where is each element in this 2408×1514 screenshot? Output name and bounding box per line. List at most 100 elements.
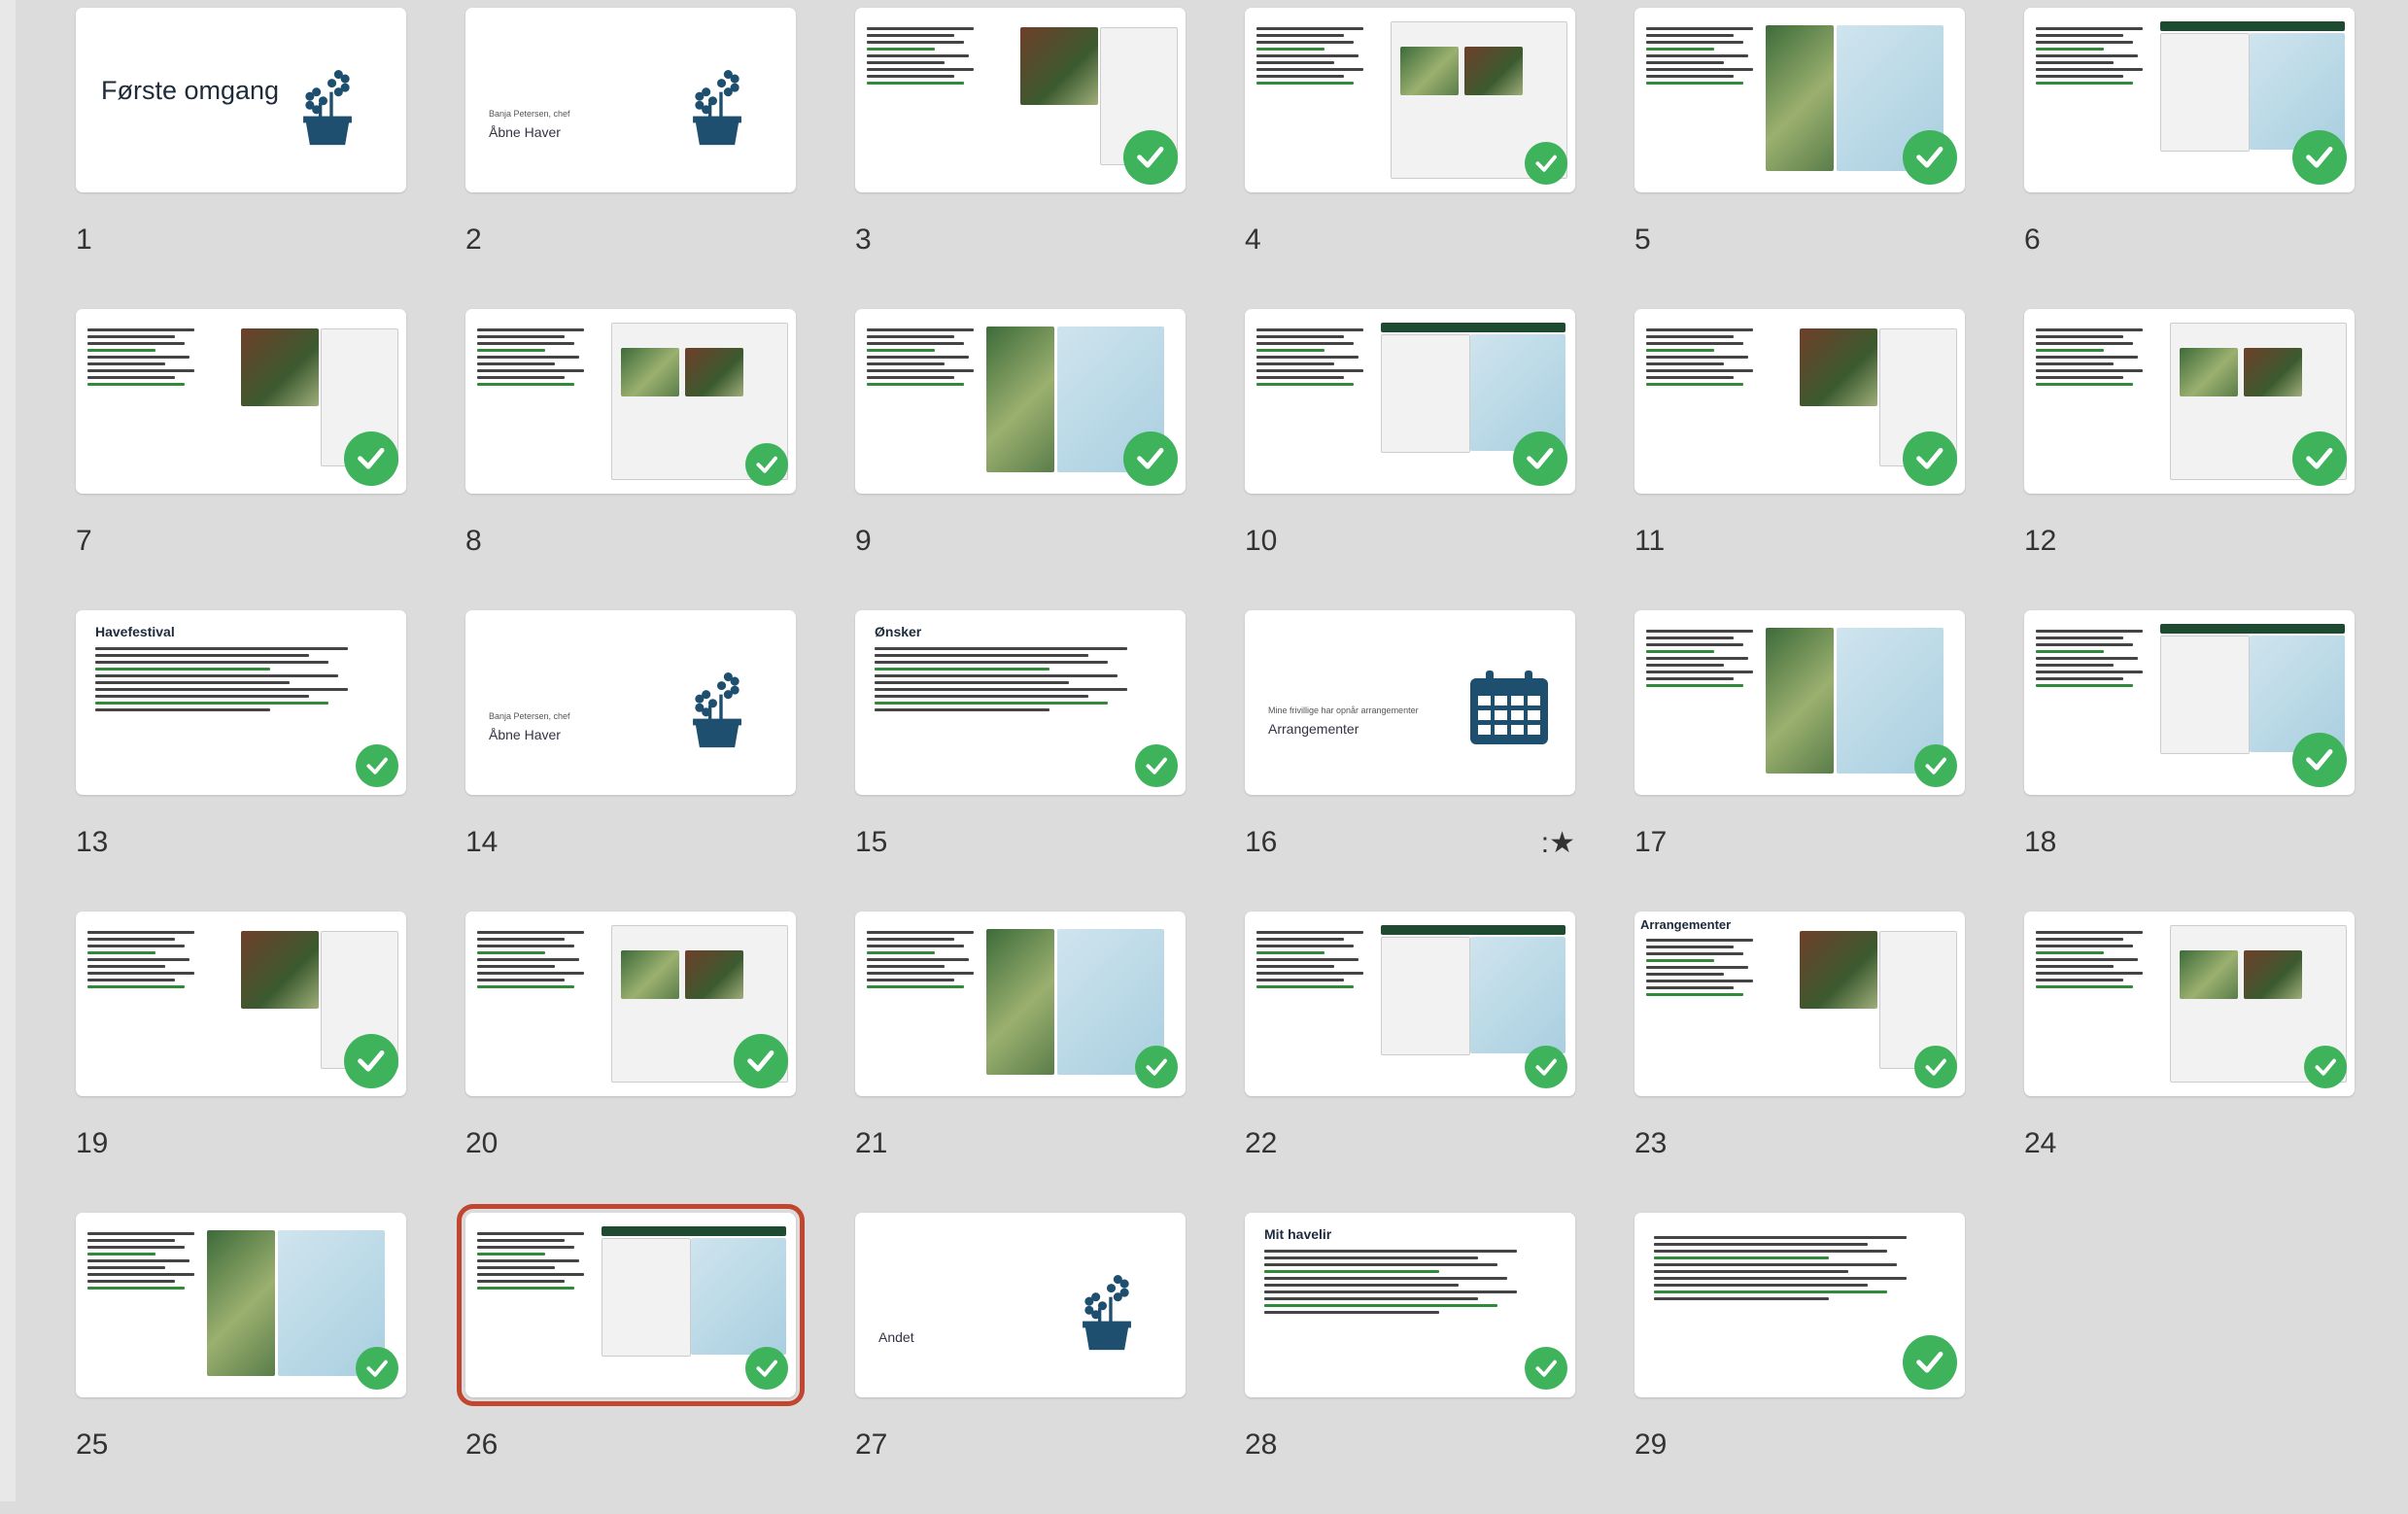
text-line	[1256, 328, 1363, 331]
text-line	[1646, 939, 1753, 942]
text-line	[477, 945, 574, 947]
text-line	[477, 1232, 584, 1235]
slide-thumbnail[interactable]: Første omgang	[76, 8, 406, 192]
slide-number: 5	[1634, 224, 1651, 256]
text-line	[87, 1280, 175, 1283]
text-line	[1646, 643, 1743, 646]
text-line	[1654, 1243, 1868, 1246]
slide-thumbnail[interactable]	[2024, 610, 2355, 795]
text-line	[477, 342, 574, 345]
slide-thumbnail[interactable]	[76, 912, 406, 1096]
text-line	[2036, 68, 2143, 71]
text-line	[867, 938, 954, 941]
slide-thumbnail[interactable]: Banja Petersen, chef Åbne Haver	[465, 8, 796, 192]
text-line	[477, 1259, 579, 1262]
header-bar	[2160, 624, 2345, 634]
text-line	[1256, 61, 1334, 64]
slide-thumbnail[interactable]: Mit havelir	[1245, 1213, 1575, 1397]
slide-thumbnail[interactable]	[855, 309, 1186, 494]
text-line	[2036, 75, 2123, 78]
text-line	[867, 328, 974, 331]
text-line	[1256, 369, 1363, 372]
text-line	[867, 972, 974, 975]
slide-thumbnail[interactable]	[76, 309, 406, 494]
text-line	[1256, 54, 1359, 57]
slide-thumbnail[interactable]	[2024, 309, 2355, 494]
text-line	[875, 708, 1049, 711]
text-line	[87, 945, 185, 947]
text-lines	[1256, 931, 1363, 988]
text-lines	[875, 647, 1127, 711]
slide-number: 20	[465, 1127, 499, 1159]
check-circle-icon	[745, 1347, 788, 1390]
text-line	[2036, 684, 2133, 687]
slide-title: Ønsker	[875, 624, 922, 639]
slide-number: 15	[855, 826, 888, 858]
slide-thumbnail[interactable]: Arrangementer	[1634, 912, 1965, 1096]
text-lines	[477, 931, 584, 988]
slide-thumbnail[interactable]	[1245, 912, 1575, 1096]
text-line	[867, 985, 964, 988]
slide-thumbnail[interactable]	[1634, 309, 1965, 494]
slide-thumbnail[interactable]: Mine frivillige har opnår arrangementer A…	[1245, 610, 1575, 795]
text-line	[87, 1253, 155, 1256]
text-line	[867, 54, 969, 57]
slide-thumbnail[interactable]	[465, 912, 796, 1096]
text-line	[477, 951, 545, 954]
slide-thumbnail[interactable]	[1634, 1213, 1965, 1397]
photo-thumbnail	[2244, 950, 2302, 999]
slide-thumbnail[interactable]	[1245, 8, 1575, 192]
text-line	[1256, 335, 1344, 338]
slide-thumbnail[interactable]	[465, 309, 796, 494]
text-line	[1646, 369, 1753, 372]
text-line	[1646, 328, 1753, 331]
text-line	[867, 68, 974, 71]
text-line	[87, 951, 155, 954]
text-line	[87, 965, 165, 968]
text-line	[95, 681, 290, 684]
slide-cell: 29	[1634, 1213, 1965, 1514]
text-lines	[95, 647, 348, 711]
text-line	[867, 75, 954, 78]
text-line	[477, 965, 555, 968]
text-lines	[1646, 328, 1753, 386]
check-circle-icon	[2292, 431, 2347, 486]
text-line	[95, 668, 270, 671]
text-line	[87, 1246, 185, 1249]
check-circle-icon	[2292, 130, 2347, 185]
slide-thumbnail[interactable]: Ønsker	[855, 610, 1186, 795]
text-line	[2036, 931, 2143, 934]
slide-thumbnail[interactable]	[855, 912, 1186, 1096]
text-line	[87, 383, 185, 386]
slide-cell: 6	[2024, 8, 2355, 309]
text-line	[87, 369, 194, 372]
text-line	[2036, 637, 2123, 639]
slide-thumbnail[interactable]	[76, 1213, 406, 1397]
text-line	[2036, 34, 2123, 37]
text-line	[87, 985, 185, 988]
slide-thumbnail[interactable]: Banja Petersen, chef Åbne Haver	[465, 610, 796, 795]
text-lines	[477, 328, 584, 386]
slide-number: 29	[1634, 1428, 1668, 1461]
slide-thumbnail[interactable]	[1634, 610, 1965, 795]
slide-thumbnail[interactable]: Andet	[855, 1213, 1186, 1397]
slide-thumbnail[interactable]	[2024, 912, 2355, 1096]
text-line	[875, 695, 1088, 698]
slide-thumbnail[interactable]	[2024, 8, 2355, 192]
slide-thumbnail[interactable]	[1245, 309, 1575, 494]
text-line	[1256, 82, 1354, 85]
slide-thumbnail[interactable]	[457, 1204, 805, 1406]
flower-pot-icon	[684, 659, 750, 757]
slide-subtitle: Åbne Haver	[489, 727, 561, 742]
check-circle-icon	[356, 1347, 398, 1390]
check-circle-icon	[1903, 130, 1957, 185]
slide-thumbnail[interactable]	[855, 8, 1186, 192]
text-line	[1264, 1311, 1439, 1314]
slide-thumbnail[interactable]	[1634, 8, 1965, 192]
text-line	[477, 931, 584, 934]
slide-thumbnail[interactable]: Havefestival	[76, 610, 406, 795]
check-circle-icon	[1525, 142, 1567, 185]
text-line	[1256, 383, 1354, 386]
text-line	[867, 356, 969, 359]
text-line	[867, 41, 964, 44]
